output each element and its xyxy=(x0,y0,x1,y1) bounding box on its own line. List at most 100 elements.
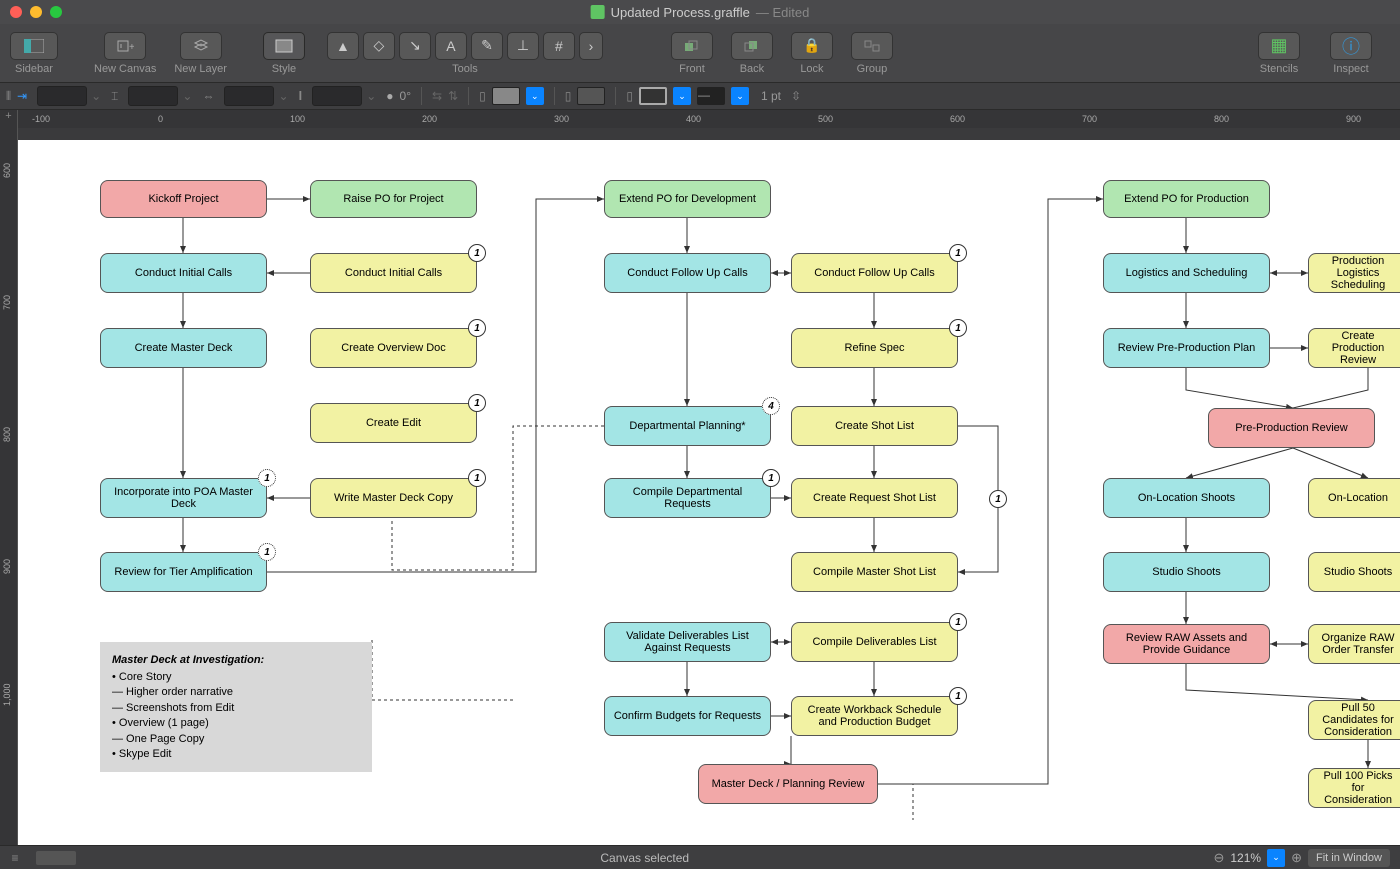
box-dept-planning[interactable]: Departmental Planning* xyxy=(604,406,771,446)
text-tool[interactable]: A xyxy=(435,32,467,60)
pen-tool[interactable]: ✎ xyxy=(471,32,503,60)
point-tool[interactable]: # xyxy=(543,32,575,60)
front-button[interactable] xyxy=(671,32,713,60)
box-compile-dept-req[interactable]: Compile Departmental Requests xyxy=(604,478,771,518)
line-style-dropdown[interactable]: ⌄ xyxy=(731,87,749,105)
selection-tool[interactable]: ▲ xyxy=(327,32,359,60)
box-create-master-deck[interactable]: Create Master Deck xyxy=(100,328,267,368)
titlebar: Updated Process.graffle — Edited xyxy=(0,0,1400,24)
box-create-edit[interactable]: Create Edit xyxy=(310,403,477,443)
new-canvas-button[interactable]: + xyxy=(104,32,146,60)
stroke-none-icon[interactable]: ▯ xyxy=(565,89,572,103)
box-preprod-review[interactable]: Pre-Production Review xyxy=(1208,408,1375,448)
box-onloc-yellow[interactable]: On-Location xyxy=(1308,478,1400,518)
box-onloc-cyan[interactable]: On-Location Shoots xyxy=(1103,478,1270,518)
note-title: Master Deck at Investigation: xyxy=(112,654,264,666)
lock-button[interactable]: 🔒 xyxy=(791,32,833,60)
box-create-shot-list[interactable]: Create Shot List xyxy=(791,406,958,446)
box-create-prod-review[interactable]: Create Production Review xyxy=(1308,328,1400,368)
shape-tool[interactable]: ◇ xyxy=(363,32,395,60)
stroke-fill-swatch[interactable] xyxy=(577,87,605,105)
box-prod-log-sched[interactable]: Production Logistics Scheduling xyxy=(1308,253,1400,293)
stencils-label: Stencils xyxy=(1260,63,1299,75)
badge-1d: 1 xyxy=(258,469,276,487)
group-button[interactable] xyxy=(851,32,893,60)
text-size-icon[interactable]: 𝐈 xyxy=(299,89,303,104)
box-logistics[interactable]: Logistics and Scheduling xyxy=(1103,253,1270,293)
canvas-viewport: 6007008009001,000 xyxy=(0,128,1400,845)
box-compile-master-shot[interactable]: Compile Master Shot List xyxy=(791,552,958,592)
spacing-icon[interactable]: ⇔ xyxy=(202,89,214,103)
note-master-deck[interactable]: Master Deck at Investigation: • Core Sto… xyxy=(100,642,372,772)
badge-1g: 1 xyxy=(949,244,967,262)
stroke-swatch[interactable] xyxy=(639,87,667,105)
layer-menu-icon[interactable]: ≡ xyxy=(0,851,30,865)
box-studio-yellow[interactable]: Studio Shoots xyxy=(1308,552,1400,592)
inspect-button[interactable]: ⓘ xyxy=(1330,32,1372,60)
ruler-origin[interactable]: + xyxy=(0,110,18,128)
style-well[interactable] xyxy=(263,32,305,60)
box-create-workback[interactable]: Create Workback Schedule and Production … xyxy=(791,696,958,736)
box-conduct-calls-cyan[interactable]: Conduct Initial Calls xyxy=(100,253,267,293)
text-cursor-icon[interactable]: ⌶ xyxy=(111,89,118,104)
box-kickoff[interactable]: Kickoff Project xyxy=(100,180,267,218)
size-field[interactable] xyxy=(312,86,362,106)
zoom-in-icon[interactable]: ⊕ xyxy=(1291,850,1302,866)
fit-window-button[interactable]: Fit in Window xyxy=(1308,849,1390,867)
flip-h-icon[interactable]: ⇆ xyxy=(432,89,442,103)
box-extend-po-prod[interactable]: Extend PO for Production xyxy=(1103,180,1270,218)
box-create-overview[interactable]: Create Overview Doc xyxy=(310,328,477,368)
box-review-tier[interactable]: Review for Tier Amplification xyxy=(100,552,267,592)
zoom-out-icon[interactable]: ⊖ xyxy=(1213,850,1224,866)
zoom-dropdown[interactable]: ⌄ xyxy=(1267,849,1285,867)
rotation-handle-icon[interactable]: ● xyxy=(386,89,393,103)
fill-swatch[interactable] xyxy=(492,87,520,105)
box-review-raw[interactable]: Review RAW Assets and Provide Guidance xyxy=(1103,624,1270,664)
zoom-button[interactable] xyxy=(50,6,62,18)
box-refine-spec[interactable]: Refine Spec xyxy=(791,328,958,368)
stroke-width-stepper[interactable]: ⇳ xyxy=(791,89,801,103)
spacing-field[interactable] xyxy=(224,86,274,106)
box-conduct-follow-cyan[interactable]: Conduct Follow Up Calls xyxy=(604,253,771,293)
badge-1f: 1 xyxy=(258,543,276,561)
stroke-icon[interactable]: ▯ xyxy=(626,89,633,103)
box-studio-cyan[interactable]: Studio Shoots xyxy=(1103,552,1270,592)
stencils-button[interactable]: ▦ xyxy=(1258,32,1300,60)
back-button[interactable] xyxy=(731,32,773,60)
horizontal-ruler[interactable]: + -1000100200300400500600700800900 xyxy=(0,110,1400,128)
fill-none-icon[interactable]: ▯ xyxy=(479,89,486,103)
box-extend-po-dev[interactable]: Extend PO for Development xyxy=(604,180,771,218)
box-compile-deliv[interactable]: Compile Deliverables List xyxy=(791,622,958,662)
minimize-button[interactable] xyxy=(30,6,42,18)
box-validate-deliv[interactable]: Validate Deliverables List Against Reque… xyxy=(604,622,771,662)
sidebar-button[interactable] xyxy=(10,32,58,60)
more-tools[interactable]: › xyxy=(579,32,603,60)
box-conduct-calls-yellow[interactable]: Conduct Initial Calls xyxy=(310,253,477,293)
vertical-ruler[interactable]: 6007008009001,000 xyxy=(0,128,18,845)
box-incorporate[interactable]: Incorporate into POA Master Deck xyxy=(100,478,267,518)
box-review-preprod[interactable]: Review Pre-Production Plan xyxy=(1103,328,1270,368)
diagram-tool[interactable]: ⊥ xyxy=(507,32,539,60)
box-confirm-budgets[interactable]: Confirm Budgets for Requests xyxy=(604,696,771,736)
align-icon[interactable]: ⫴ xyxy=(6,89,11,104)
box-raise-po[interactable]: Raise PO for Project xyxy=(310,180,477,218)
slider[interactable] xyxy=(36,851,76,865)
line-tool[interactable]: ↘ xyxy=(399,32,431,60)
box-conduct-follow-yellow[interactable]: Conduct Follow Up Calls xyxy=(791,253,958,293)
font-family-field[interactable] xyxy=(37,86,87,106)
box-pull-50[interactable]: Pull 50 Candidates for Consideration xyxy=(1308,700,1400,740)
box-organize-raw[interactable]: Organize RAW Order Transfer xyxy=(1308,624,1400,664)
box-create-req-shot[interactable]: Create Request Shot List xyxy=(791,478,958,518)
close-button[interactable] xyxy=(10,6,22,18)
canvas[interactable]: Kickoff Project Raise PO for Project Con… xyxy=(18,140,1400,845)
box-pull-100[interactable]: Pull 100 Picks for Consideration xyxy=(1308,768,1400,808)
guides-icon[interactable]: ⇥ xyxy=(17,89,27,103)
font-size-field[interactable] xyxy=(128,86,178,106)
stroke-dropdown[interactable]: ⌄ xyxy=(673,87,691,105)
box-write-master-copy[interactable]: Write Master Deck Copy xyxy=(310,478,477,518)
line-style-swatch[interactable]: — xyxy=(697,87,725,105)
flip-v-icon[interactable]: ⇅ xyxy=(448,89,458,103)
new-layer-button[interactable] xyxy=(180,32,222,60)
fill-dropdown[interactable]: ⌄ xyxy=(526,87,544,105)
box-master-planning-review[interactable]: Master Deck / Planning Review xyxy=(698,764,878,804)
